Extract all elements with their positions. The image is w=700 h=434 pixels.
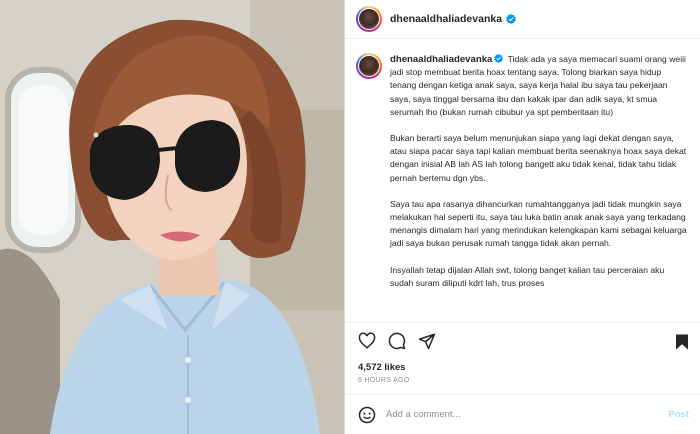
post-comment-button[interactable]: Post	[668, 409, 689, 420]
caption-avatar[interactable]	[356, 53, 382, 79]
caption-paragraph: Bukan berarti saya belum menunjukan siap…	[390, 133, 687, 183]
comment-input[interactable]: Add a comment...	[386, 409, 668, 420]
likes-count[interactable]: 4,572 likes	[358, 362, 406, 373]
post-header: dhenaaldhaliadevanka	[345, 0, 700, 39]
header-username[interactable]: dhenaaldhaliadevanka	[390, 13, 502, 25]
caption-paragraph: Saya tau apa rasanya dihancurkan rumahta…	[390, 198, 687, 249]
caption-username[interactable]: dhenaaldhaliadevanka	[390, 54, 492, 65]
smiley-icon[interactable]	[358, 406, 376, 424]
post-panel: dhenaaldhaliadevanka dhenaaldhaliadevank…	[344, 0, 700, 434]
bookmark-icon[interactable]	[673, 333, 691, 351]
comment-bar: Add a comment... Post	[345, 394, 700, 434]
post-photo[interactable]	[0, 0, 344, 434]
caption-paragraph: Insyallah tetap dijalan Allah swt, tolon…	[390, 264, 665, 288]
avatar[interactable]	[356, 6, 382, 32]
caption-area: dhenaaldhaliadevanka Tidak ada ya saya m…	[345, 40, 700, 322]
caption-text: dhenaaldhaliadevanka Tidak ada ya saya m…	[390, 53, 688, 322]
verified-badge-icon	[494, 54, 504, 63]
verified-badge-icon	[506, 14, 516, 24]
paper-plane-icon[interactable]	[418, 332, 436, 350]
photo-illustration	[0, 0, 344, 434]
heart-icon[interactable]	[358, 332, 376, 350]
post-timestamp[interactable]: 6 HOURS AGO	[358, 377, 410, 384]
comment-icon[interactable]	[388, 332, 406, 350]
